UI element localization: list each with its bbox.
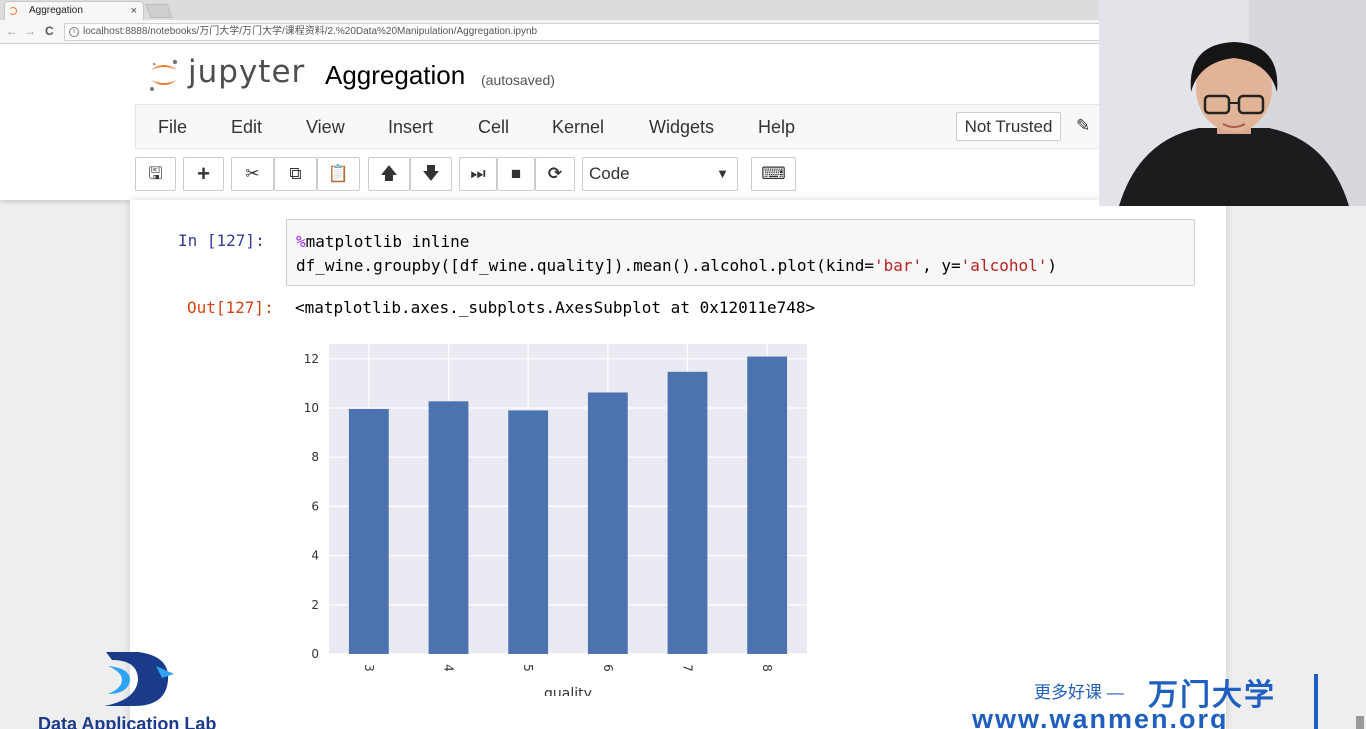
code-line-2: df_wine.groupby([df_wine.quality]).mean(… [296, 256, 1057, 275]
jupyter-logo-text: jupyter [188, 54, 306, 90]
code-string-alcohol: 'alcohol' [960, 256, 1048, 275]
menu-widgets[interactable]: Widgets [649, 117, 714, 138]
data-application-lab-logo: Data Application Lab [38, 648, 258, 729]
dropdown-caret-icon: ▼ [716, 166, 729, 181]
reload-icon[interactable]: C [45, 24, 54, 38]
lab-name-text: Data Application Lab [38, 714, 217, 729]
stop-icon: ■ [510, 164, 522, 183]
cell-type-value: Code [589, 164, 630, 183]
x-tick-label: 5 [521, 664, 535, 672]
restart-button[interactable]: ⟳ [535, 157, 575, 191]
scissors-icon: ✂ [245, 164, 260, 183]
site-url-text: www.wanmen.org [972, 704, 1229, 729]
output-text: <matplotlib.axes._subplots.AxesSubplot a… [295, 298, 816, 317]
code-line-1-text: matplotlib inline [305, 232, 470, 251]
code-string-bar: 'bar' [873, 256, 923, 275]
webcam-overlay [1099, 0, 1366, 206]
url-text: localhost:8888/notebooks/万门大学/万门大学/课程资料/… [83, 26, 538, 37]
x-tick-label: 6 [601, 664, 615, 672]
back-icon[interactable]: ← [6, 24, 18, 38]
presenter-video-image [1099, 0, 1366, 206]
paste-button[interactable]: 📋 [317, 157, 360, 191]
move-down-button[interactable]: 🡇 [410, 157, 452, 191]
save-button[interactable]: 🖫 [135, 157, 176, 191]
jupyter-logo[interactable]: jupyter [148, 54, 308, 96]
scrollbar-thumb[interactable] [1356, 716, 1364, 729]
keyboard-icon: ⌨ [761, 164, 786, 183]
insert-cell-button[interactable]: + [183, 157, 224, 191]
y-tick-label: 8 [311, 450, 319, 464]
command-palette-button[interactable]: ⌨ [751, 157, 796, 191]
bar-quality-7 [667, 371, 708, 654]
bar-quality-4 [428, 401, 469, 654]
menubar: File Edit View Insert Cell Kernel Widget… [135, 104, 1235, 149]
dal-logo-icon [104, 652, 174, 706]
code-line-1: %matplotlib inline [296, 232, 469, 251]
tab-title: Aggregation [29, 5, 83, 16]
menu-help[interactable]: Help [758, 117, 795, 138]
bar-quality-3 [348, 408, 389, 654]
plot-area [329, 344, 807, 654]
code-cell-input[interactable]: %matplotlib inline df_wine.groupby([df_w… [286, 219, 1195, 286]
x-tick-label: 8 [760, 664, 774, 672]
screen: Aggregation × ← → C i localhost:8888/not… [0, 0, 1366, 729]
input-prompt: In [127]: [178, 231, 265, 250]
x-tick-label: 7 [681, 664, 695, 672]
paste-icon: 📋 [327, 164, 350, 183]
x-tick-label: 3 [362, 664, 376, 672]
y-tick-label: 4 [311, 549, 319, 563]
bar-quality-8 [747, 356, 788, 654]
menu-view[interactable]: View [306, 117, 345, 138]
menu-kernel[interactable]: Kernel [552, 117, 604, 138]
arrow-up-icon: 🡅 [380, 164, 398, 183]
menu-edit[interactable]: Edit [231, 117, 262, 138]
move-up-button[interactable]: 🡅 [368, 157, 410, 191]
bar-quality-5 [508, 410, 549, 654]
arrow-down-icon: 🡇 [422, 164, 440, 183]
browser-tab[interactable]: Aggregation × [4, 1, 144, 20]
run-button[interactable]: ⏭ [459, 157, 497, 191]
y-tick-label: 12 [304, 352, 319, 366]
new-tab-button[interactable] [145, 4, 173, 18]
output-prompt: Out[127]: [187, 298, 274, 317]
info-icon[interactable]: i [69, 27, 79, 37]
tab-close-icon[interactable]: × [131, 2, 137, 20]
menu-insert[interactable]: Insert [388, 117, 433, 138]
y-tick-label: 6 [311, 499, 319, 513]
y-tick-label: 10 [304, 401, 319, 415]
pencil-icon[interactable]: ✎ [1076, 116, 1090, 136]
menu-file[interactable]: File [158, 117, 187, 138]
x-axis-label: quality [544, 686, 592, 696]
menu-cell[interactable]: Cell [478, 117, 509, 138]
jupyter-logo-icon [150, 59, 178, 91]
bar-chart: 0 2 4 6 8 10 12 3 4 5 6 7 8 quality [304, 344, 807, 696]
x-tick-label: 4 [442, 664, 456, 672]
watermark-divider [1314, 674, 1318, 729]
notebook-title[interactable]: Aggregation [325, 60, 465, 91]
autosave-status: (autosaved) [481, 72, 555, 88]
y-tick-label: 2 [311, 598, 319, 612]
restart-icon: ⟳ [547, 164, 563, 183]
save-icon: 🖫 [148, 164, 163, 183]
slogan-text: 更多好课 — [1034, 683, 1124, 702]
interrupt-button[interactable]: ■ [497, 157, 535, 191]
step-forward-icon: ⏭ [470, 164, 486, 183]
code-part-a: df_wine.groupby([df_wine.quality]).mean(… [296, 256, 874, 275]
plus-icon: + [197, 161, 210, 186]
code-part-c: , y= [922, 256, 961, 275]
copy-button[interactable]: ⧉ [274, 157, 317, 191]
cut-button[interactable]: ✂ [231, 157, 274, 191]
not-trusted-button[interactable]: Not Trusted [956, 112, 1061, 141]
y-tick-label: 0 [311, 647, 319, 661]
copy-icon: ⧉ [289, 164, 302, 183]
magic-symbol: % [296, 232, 306, 251]
bar-quality-6 [587, 392, 628, 654]
jupyter-favicon-icon [9, 7, 17, 15]
code-part-e: ) [1047, 256, 1058, 275]
forward-icon[interactable]: → [24, 24, 36, 38]
url-input[interactable]: i localhost:8888/notebooks/万门大学/万门大学/课程资… [64, 23, 1104, 41]
wanmen-watermark: 更多好课 — 万门大学 www.wanmen.org [972, 670, 1332, 729]
cell-type-select[interactable]: Code ▼ [582, 157, 738, 191]
